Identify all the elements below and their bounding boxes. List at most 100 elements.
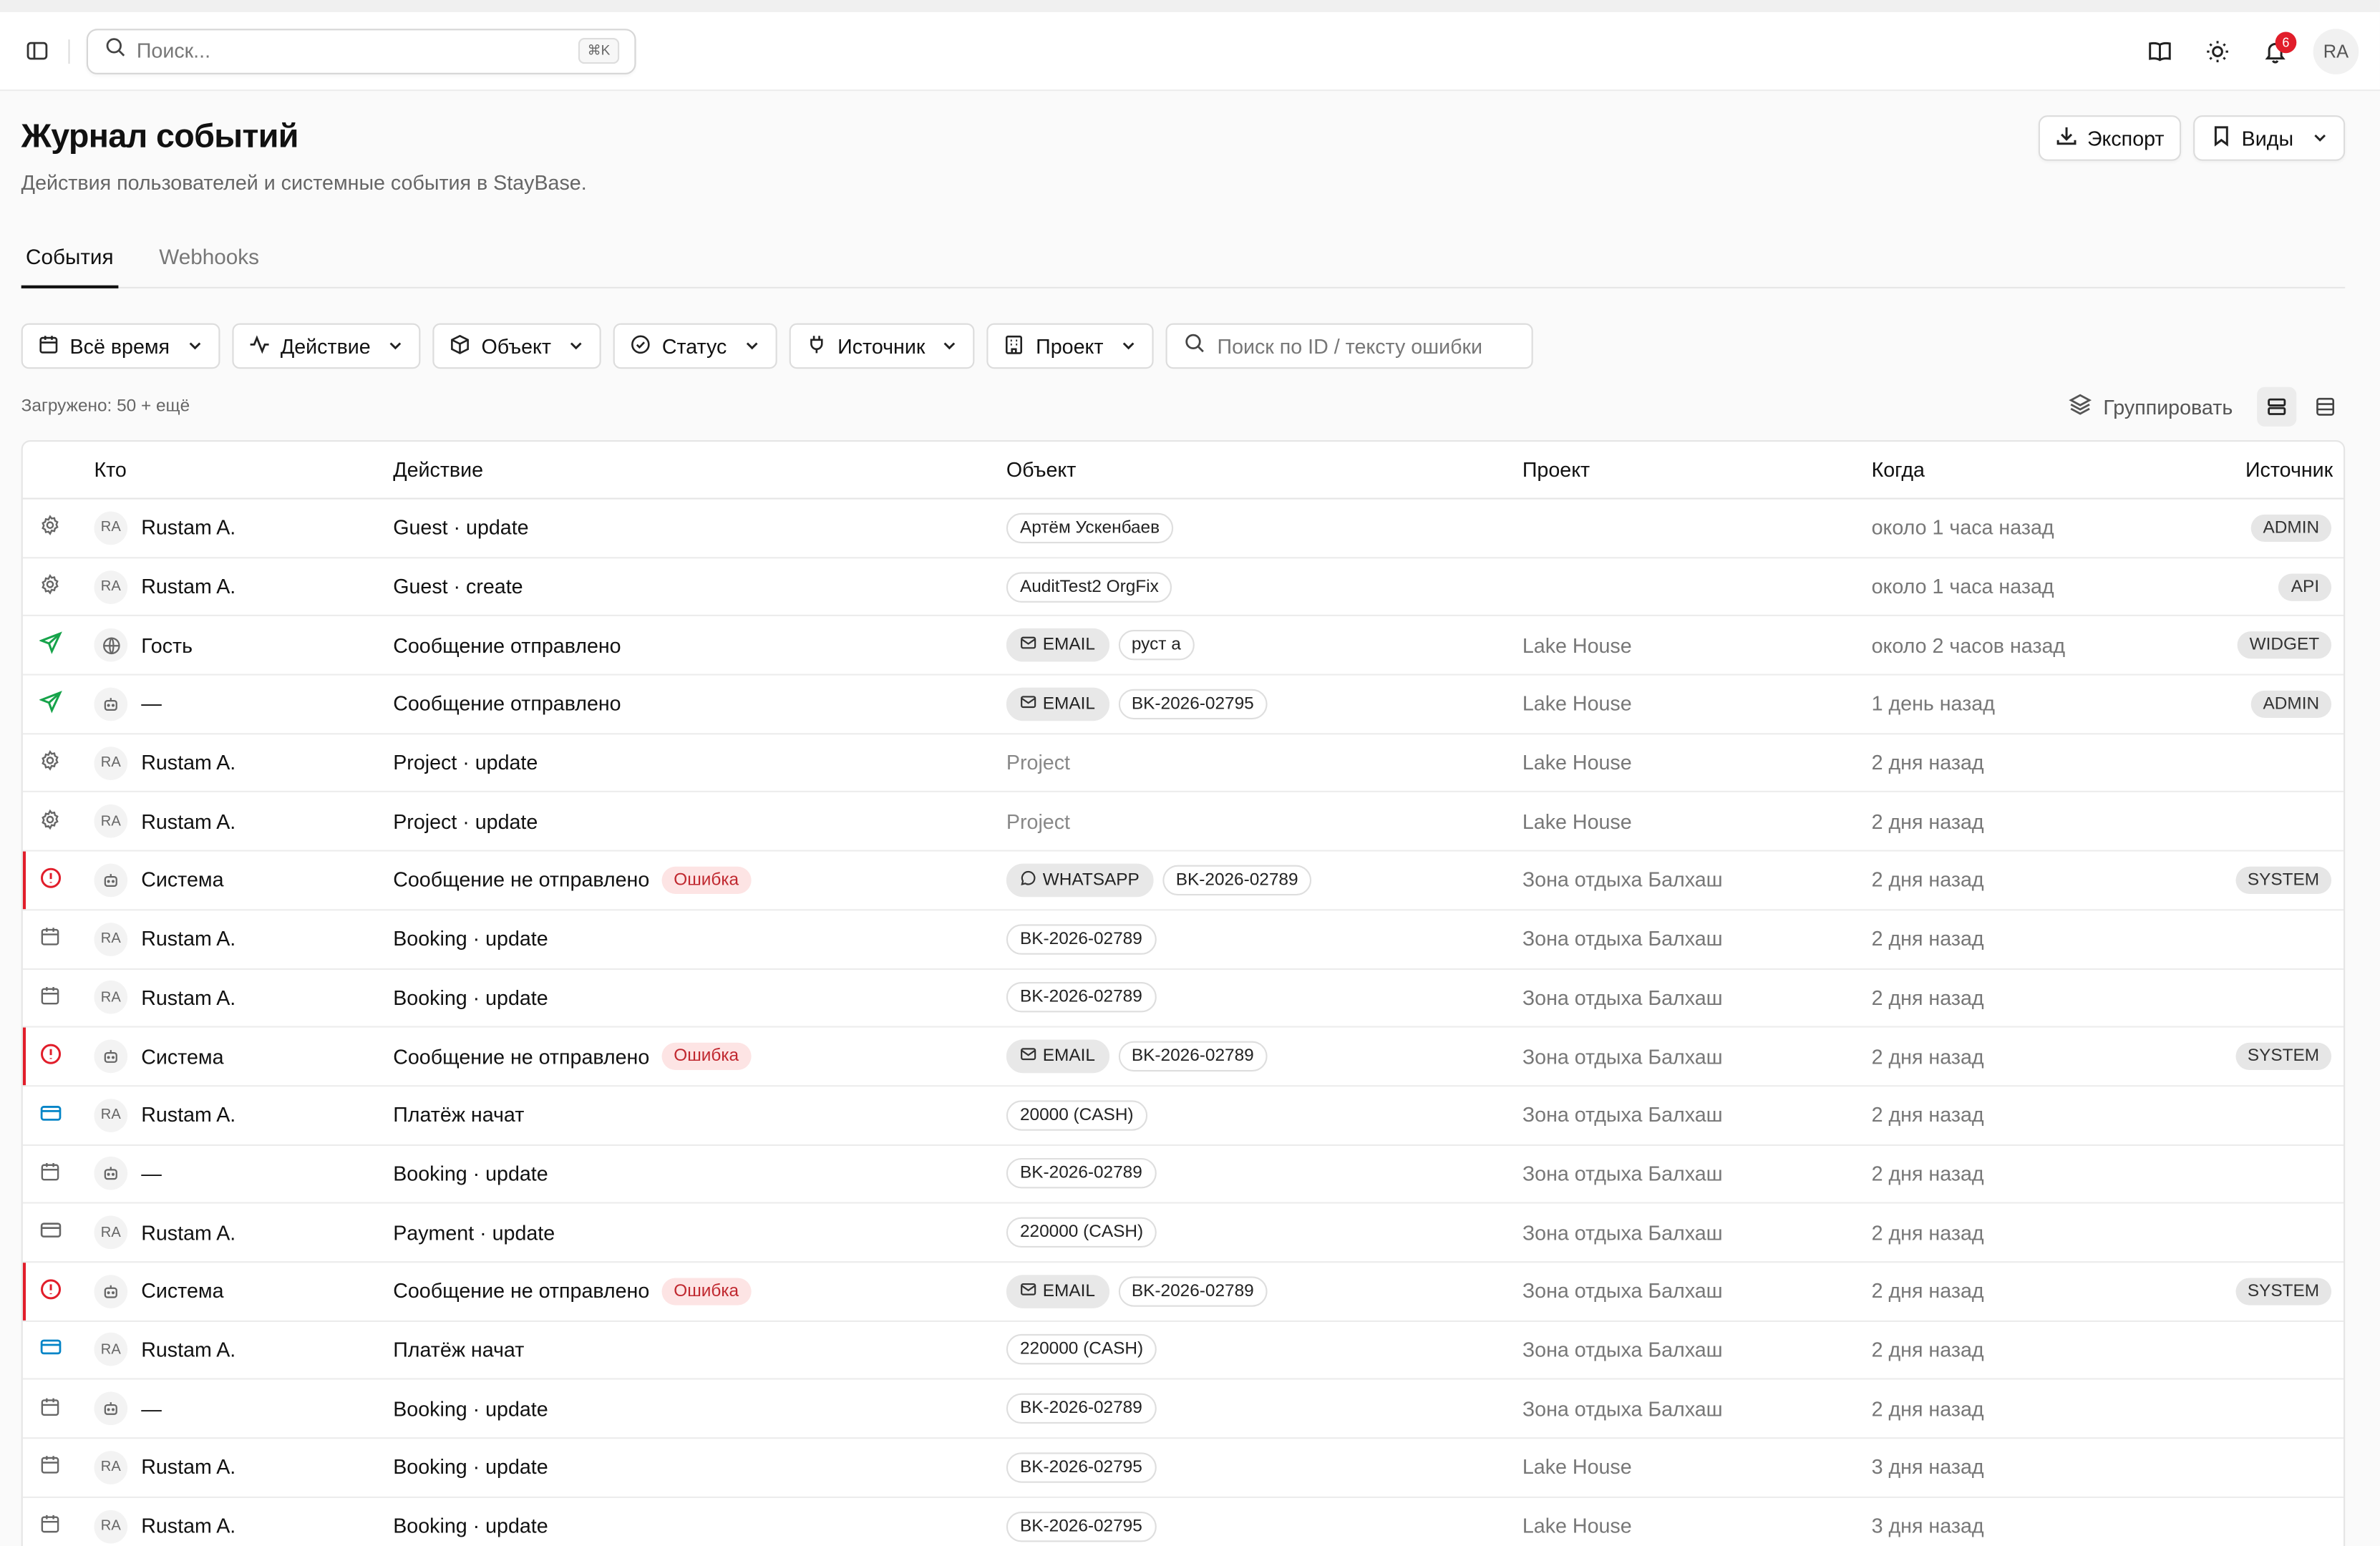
row-type-icon (23, 631, 74, 659)
filter-source[interactable]: Источник (789, 323, 976, 369)
row-type-icon (23, 690, 74, 718)
tab-events[interactable]: События (21, 240, 118, 288)
global-search-input[interactable] (136, 39, 578, 62)
object-chip[interactable]: Артём Ускенбаев (1006, 512, 1174, 543)
page-title: Журнал событий (21, 117, 299, 155)
column-project[interactable]: Проект (1522, 458, 1872, 481)
tabs: События Webhooks (21, 240, 2346, 288)
column-source[interactable]: Источник (2175, 458, 2343, 481)
object-chip[interactable]: BK-2026-02789 (1117, 1041, 1268, 1072)
notifications-bell-icon[interactable]: 6 (2246, 28, 2304, 74)
view-cards-icon[interactable] (2257, 386, 2297, 427)
theme-sun-icon[interactable] (2189, 28, 2247, 74)
object-chip[interactable]: BK-2026-02789 (1006, 923, 1156, 955)
check-circle-icon (630, 333, 651, 359)
row-source: ADMIN (2175, 514, 2343, 542)
object-chip[interactable]: BK-2026-02789 (1006, 1158, 1156, 1190)
object-chip[interactable]: BK-2026-02789 (1006, 982, 1156, 1013)
chevron-down-icon (186, 335, 203, 358)
row-source: SYSTEM (2175, 1042, 2343, 1071)
view-toggle (2257, 386, 2345, 427)
table-row[interactable]: RA Rustam A. Booking · update BK-2026-02789… (22, 910, 2344, 969)
table-row[interactable]: RA Rustam A. Booking · update BK-2026-02795… (22, 1439, 2344, 1498)
filter-time[interactable]: Всё время (21, 323, 220, 369)
object-chip[interactable]: 220000 (CASH) (1006, 1217, 1157, 1248)
column-who[interactable]: Кто (74, 458, 393, 481)
bot-icon (94, 1039, 128, 1074)
table-row[interactable]: Система Сообщение не отправлено Ошибка EMAI… (22, 1027, 2344, 1087)
column-action[interactable]: Действие (393, 458, 1006, 481)
table-row[interactable]: RA Rustam A. Payment · update 220000 (CASH)… (22, 1204, 2344, 1263)
bot-icon (94, 1391, 128, 1426)
row-when: 2 дня назад (1871, 986, 1984, 1009)
row-type-icon (23, 867, 74, 894)
docs-book-icon[interactable] (2131, 28, 2189, 74)
table-row[interactable]: RA Rustam A. Платёж начат 220000 (CASH) Зона… (22, 1321, 2344, 1381)
row-when: 2 дня назад (1871, 751, 1984, 774)
sidebar-toggle-icon[interactable] (24, 39, 49, 63)
header-actions: Экспорт Виды (2039, 115, 2346, 161)
object-chip[interactable]: BK-2026-02789 (1162, 865, 1312, 896)
row-object: BK-2026-02795 (1006, 1511, 1522, 1542)
loaded-count: Загружено: 50 + ещё (21, 397, 190, 417)
table-row[interactable]: RA Rustam A. Платёж начат 20000 (CASH) Зона … (22, 1086, 2344, 1146)
row-who-name: Система (141, 1045, 224, 1068)
row-type-icon (23, 515, 74, 541)
object-chip[interactable]: 20000 (CASH) (1006, 1099, 1147, 1131)
tab-webhooks[interactable]: Webhooks (155, 240, 263, 288)
object-chip[interactable]: BK-2026-02795 (1006, 1511, 1156, 1542)
layers-icon (2068, 393, 2092, 420)
table-row[interactable]: — Booking · update BK-2026-02789 Зона отдых… (22, 1380, 2344, 1439)
object-chip[interactable]: BK-2026-02795 (1117, 689, 1268, 719)
table-row[interactable]: RA Rustam A. Booking · update BK-2026-02789… (22, 969, 2344, 1028)
table-row[interactable]: RA Rustam A. Project · update Project Lake H… (22, 793, 2344, 852)
row-project: Зона отдыха Балхаш (1522, 1338, 1723, 1362)
views-button[interactable]: Виды (2192, 115, 2346, 161)
object-chip[interactable]: руст а (1117, 630, 1195, 661)
view-compact-icon[interactable] (2306, 387, 2345, 427)
table-row[interactable]: RA Rustam A. Project · update Project Lake H… (22, 734, 2344, 793)
plug-icon (806, 333, 827, 359)
table-row[interactable]: RA Rustam A. Guest · create AuditTest2 OrgF… (22, 558, 2344, 617)
global-search[interactable]: ⌘K (86, 28, 636, 74)
calendar-icon (39, 1513, 61, 1539)
row-type-icon (23, 574, 74, 600)
table-row[interactable]: — Booking · update BK-2026-02789 Зона отдых… (22, 1145, 2344, 1205)
table-row[interactable]: RA Rustam A. Booking · update BK-2026-02795… (23, 1497, 2343, 1546)
object-chip[interactable]: BK-2026-02789 (1117, 1275, 1268, 1307)
filter-project[interactable]: Проект (987, 323, 1154, 369)
group-button[interactable]: Группировать (2068, 393, 2233, 420)
row-project: Lake House (1522, 692, 1632, 716)
filter-object[interactable]: Объект (432, 323, 602, 369)
filter-status[interactable]: Статус (613, 323, 777, 369)
object-chip[interactable]: AuditTest2 OrgFix (1006, 571, 1172, 602)
card-blue-icon (39, 1102, 62, 1129)
row-when: 2 дня назад (1871, 1045, 1984, 1068)
column-when[interactable]: Когда (1872, 458, 2175, 481)
table-row[interactable]: Гость Сообщение отправлено EMAIL руст а Lake… (22, 617, 2344, 676)
table-row[interactable]: Система Сообщение не отправлено Ошибка WHAT… (22, 851, 2344, 910)
object-text: Project (1006, 751, 1071, 774)
table-row[interactable]: Система Сообщение не отправлено Ошибка EMAI… (22, 1263, 2344, 1322)
row-action-text: Сообщение не отправлено (393, 1280, 650, 1303)
column-object[interactable]: Объект (1006, 458, 1522, 481)
id-error-search[interactable] (1165, 323, 1533, 369)
send-icon (37, 690, 62, 718)
table-row[interactable]: — Сообщение отправлено EMAIL BK-2026-02795 L… (22, 676, 2344, 734)
user-avatar[interactable]: RA (2313, 28, 2359, 74)
filter-bar: Всё время Действие Объект Статус Источни (21, 323, 2345, 369)
channel-chip: EMAIL (1006, 1039, 1109, 1074)
object-chip[interactable]: 220000 (CASH) (1006, 1334, 1157, 1366)
export-button[interactable]: Экспорт (2039, 115, 2181, 161)
building-icon (1004, 333, 1026, 359)
alert-icon (39, 1043, 62, 1070)
row-action-text: Project · update (393, 751, 538, 774)
object-chip[interactable]: BK-2026-02789 (1006, 1393, 1156, 1424)
object-chip[interactable]: BK-2026-02795 (1006, 1452, 1156, 1483)
filter-status-label: Статус (661, 334, 727, 358)
table-row[interactable]: RA Rustam A. Guest · update Артём Ускенбаев… (22, 500, 2344, 558)
row-project: Lake House (1522, 810, 1632, 833)
id-error-search-input[interactable] (1217, 334, 1515, 358)
row-when: 2 дня назад (1871, 1162, 1984, 1185)
filter-action[interactable]: Действие (232, 323, 421, 369)
